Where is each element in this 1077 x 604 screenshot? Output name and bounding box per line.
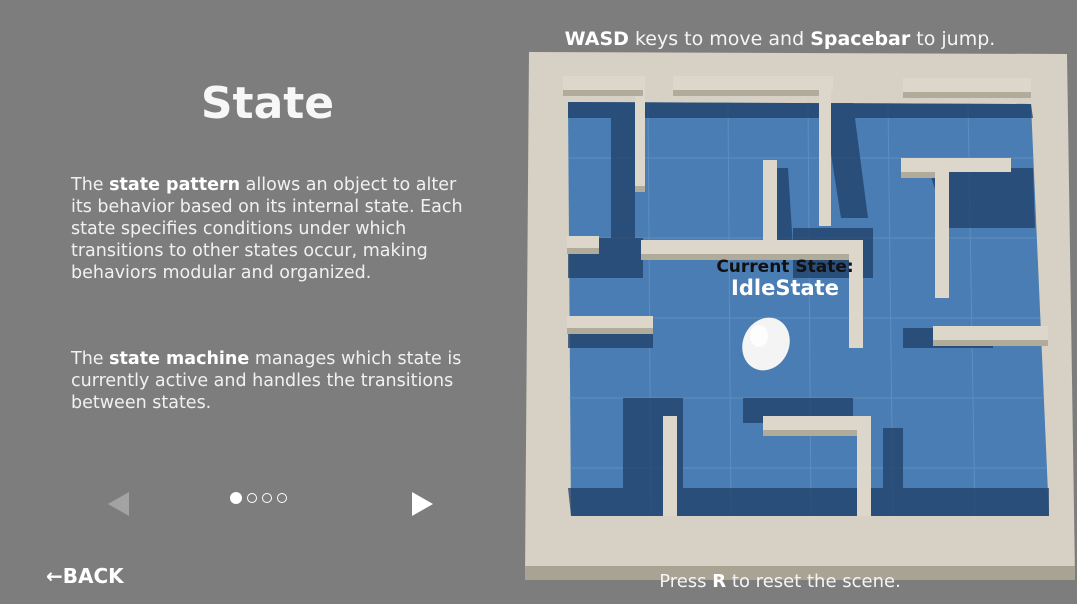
current-state-value: IdleState — [731, 276, 839, 300]
back-button[interactable]: ←BACK — [46, 564, 124, 588]
maze-scene[interactable] — [523, 48, 1077, 580]
page-dot-3[interactable] — [262, 493, 272, 503]
controls-hint: WASD keys to move and Spacebar to jump. — [564, 28, 996, 50]
page-title: State — [200, 78, 335, 129]
description-paragraph-2: The state machine manages which state is… — [71, 349, 462, 413]
page-dot-2[interactable] — [247, 493, 257, 503]
page-dot-1[interactable] — [230, 492, 242, 504]
current-state-label: Current State: IdleState — [700, 258, 870, 300]
previous-page-button[interactable] — [108, 492, 129, 516]
next-page-button[interactable] — [412, 492, 433, 516]
reset-hint: Press R to reset the scene. — [659, 571, 901, 592]
pagination-dots — [230, 492, 287, 504]
current-state-caption: Current State: — [716, 257, 854, 277]
description-paragraph-1: The state pattern allows an object to al… — [71, 175, 463, 283]
page-dot-4[interactable] — [277, 493, 287, 503]
